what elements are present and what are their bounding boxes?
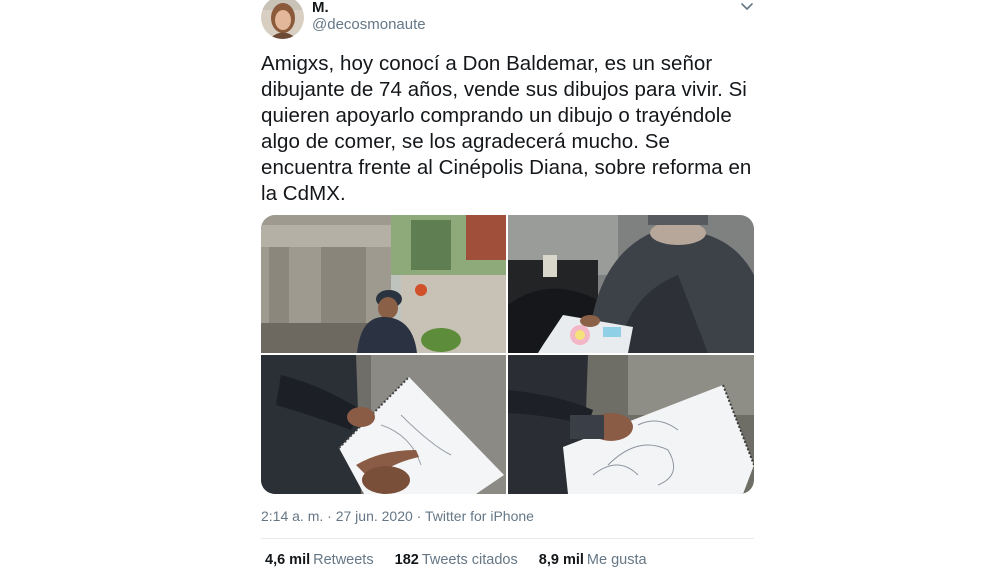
meta-separator: · xyxy=(323,508,336,524)
meta-separator: · xyxy=(412,508,425,524)
photo-2[interactable] xyxy=(508,215,754,353)
tweet-date[interactable]: 27 jun. 2020 xyxy=(336,508,413,524)
photo-3[interactable] xyxy=(261,355,506,494)
chevron-down-icon[interactable] xyxy=(740,0,754,12)
user-handle[interactable]: @decosmonaute xyxy=(312,16,426,34)
media-grid xyxy=(261,215,754,494)
avatar[interactable] xyxy=(261,0,304,39)
tweet: M. @decosmonaute Amigxs, hoy conocí a Do… xyxy=(261,0,754,568)
photo-1[interactable] xyxy=(261,215,506,353)
photo-4[interactable] xyxy=(508,355,754,494)
tweet-text: Amigxs, hoy conocí a Don Baldemar, es un… xyxy=(261,52,752,205)
tweet-time[interactable]: 2:14 a. m. xyxy=(261,508,323,524)
tweet-source[interactable]: Twitter for iPhone xyxy=(425,508,534,524)
tweet-header: M. @decosmonaute xyxy=(261,0,754,40)
display-name[interactable]: M. xyxy=(312,0,329,15)
divider xyxy=(261,538,754,539)
tweet-meta: 2:14 a. m. · 27 jun. 2020 · Twitter for … xyxy=(261,508,534,524)
